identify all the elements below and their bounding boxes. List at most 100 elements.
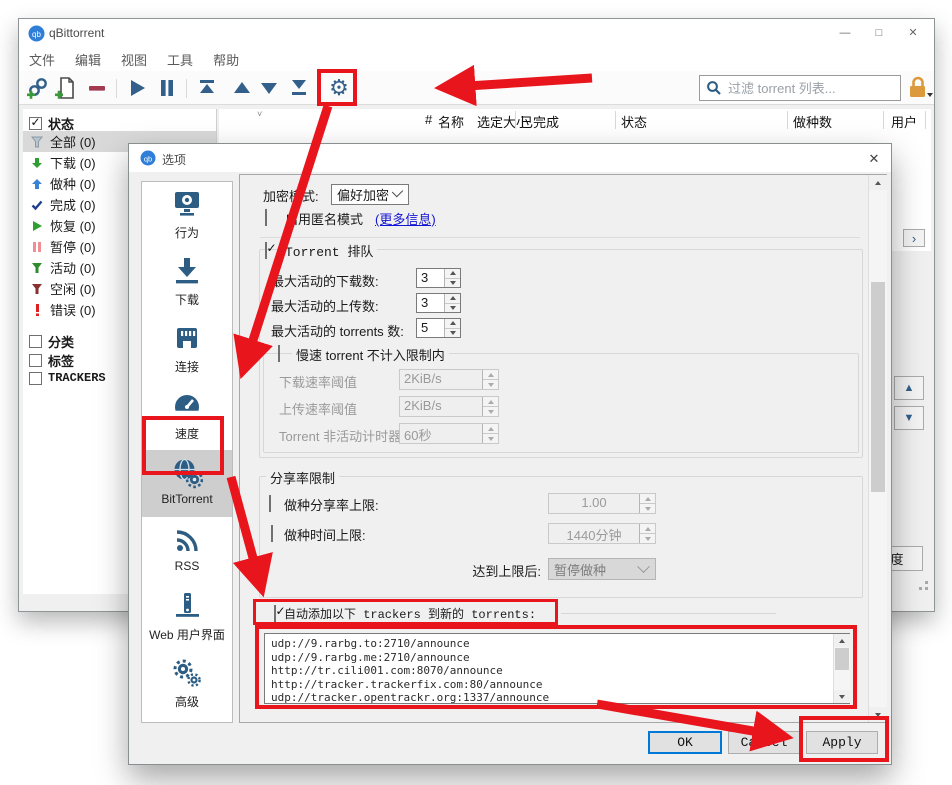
add-torrent-file-button[interactable] xyxy=(53,75,79,101)
header-scroll-right-button[interactable]: › xyxy=(903,229,925,247)
tags-checkbox[interactable] xyxy=(29,354,42,367)
inactivity-timer-spinbox: 60秒 xyxy=(399,423,499,444)
trackers-checkbox[interactable] xyxy=(29,372,42,385)
auto-add-trackers-checkbox[interactable] xyxy=(274,605,276,622)
search-icon xyxy=(706,80,722,96)
maximize-button[interactable]: □ xyxy=(862,19,896,47)
queueing-checkbox[interactable] xyxy=(265,242,267,259)
behavior-icon xyxy=(171,188,203,222)
move-top-button[interactable] xyxy=(194,75,220,101)
speed-gauge-icon xyxy=(171,389,203,423)
anonymous-mode-label: 启用匿名模式 xyxy=(285,209,363,228)
encryption-label: 加密模式: xyxy=(263,186,319,205)
encryption-combobox[interactable]: 偏好加密 xyxy=(331,184,409,205)
column-completed[interactable]: 已完成 xyxy=(520,112,559,131)
status-group-label: 状态 xyxy=(48,114,74,133)
dialog-titlebar: qb 选项 ✕ xyxy=(129,144,891,172)
inactivity-timer-label: Torrent 非活动计时器 xyxy=(279,426,401,445)
anonymous-mode-checkbox[interactable] xyxy=(265,209,267,226)
ok-button[interactable]: OK xyxy=(648,731,722,754)
seed-ratio-checkbox[interactable] xyxy=(269,495,271,512)
filter-inactive-icon xyxy=(31,283,43,295)
upload-arrow-icon xyxy=(31,178,43,190)
menu-file[interactable]: 文件 xyxy=(29,50,55,69)
qbittorrent-logo-icon: qb xyxy=(28,25,45,42)
max-torrents-spinbox[interactable]: 5 xyxy=(416,318,461,338)
toolbar-separator xyxy=(186,79,187,98)
scroll-down-button[interactable]: ▼ xyxy=(894,406,924,430)
nav-speed[interactable]: 速度 xyxy=(142,383,232,450)
trackers-textarea[interactable]: udp://9.rarbg.to:2710/announce udp://9.r… xyxy=(265,634,849,703)
scroll-up-button[interactable]: ▲ xyxy=(894,376,924,400)
bittorrent-globe-icon xyxy=(171,456,203,490)
menu-view[interactable]: 视图 xyxy=(121,50,147,69)
rss-icon xyxy=(171,523,203,557)
nav-connection[interactable]: 连接 xyxy=(142,316,232,383)
search-input[interactable] xyxy=(726,80,906,97)
options-dialog: qb 选项 ✕ 行为 下载 连接 xyxy=(128,143,892,765)
dl-threshold-label: 下载速率阈值 xyxy=(279,372,357,391)
cancel-button[interactable]: Cancel xyxy=(728,731,800,754)
resume-button[interactable] xyxy=(124,75,150,101)
filter-group-status[interactable]: 状态 xyxy=(23,113,216,133)
connection-icon xyxy=(171,322,203,356)
add-torrent-link-button[interactable] xyxy=(25,75,51,101)
apply-button[interactable]: Apply xyxy=(806,731,878,754)
column-seeds[interactable]: 做种数 xyxy=(793,112,832,131)
options-gear-button[interactable]: ⚙ xyxy=(326,75,352,101)
lock-button[interactable] xyxy=(905,75,931,101)
dialog-close-button[interactable]: ✕ xyxy=(861,149,887,169)
trackers-scrollbar[interactable] xyxy=(833,634,850,703)
seed-time-label: 做种时间上限: xyxy=(284,525,366,544)
downloads-icon xyxy=(171,255,203,289)
auto-add-trackers-label: 自动添加以下 trackers 到新的 torrents: xyxy=(284,605,536,622)
lock-dropdown-caret xyxy=(927,93,933,97)
menu-edit[interactable]: 编辑 xyxy=(75,50,101,69)
nav-behavior[interactable]: 行为 xyxy=(142,182,232,249)
svg-text:qb: qb xyxy=(144,154,152,163)
qbittorrent-logo-icon: qb xyxy=(140,150,156,166)
options-nav: 行为 下载 连接 速度 xyxy=(141,181,233,723)
minimize-button[interactable]: — xyxy=(828,19,862,47)
max-uploads-spinbox[interactable]: 3 xyxy=(416,293,461,313)
pause-button[interactable] xyxy=(154,75,180,101)
nav-webui[interactable]: Web 用户界面 xyxy=(142,584,232,651)
slow-torrent-checkbox[interactable] xyxy=(278,345,280,362)
toolbar-separator xyxy=(116,79,117,98)
max-uploads-label: 最大活动的上传数: xyxy=(271,296,379,315)
column-user[interactable]: 用户 xyxy=(891,112,917,131)
move-bottom-button[interactable] xyxy=(286,75,312,101)
more-info-link[interactable]: (更多信息) xyxy=(375,209,436,228)
error-icon xyxy=(31,304,43,316)
dialog-title: 选项 xyxy=(162,151,186,168)
seed-ratio-spinbox: 1.00 xyxy=(548,493,656,514)
menu-help[interactable]: 帮助 xyxy=(213,50,239,69)
advanced-gears-icon xyxy=(171,657,203,691)
gear-icon: ⚙ xyxy=(329,76,349,100)
nav-advanced[interactable]: 高级 xyxy=(142,651,232,718)
torrent-table-header: ˅ # 名称 选定大小 已完成 状态 做种数 用户 xyxy=(219,109,931,132)
move-up-button[interactable] xyxy=(229,75,255,101)
share-ratio-title: 分享率限制 xyxy=(266,468,339,487)
column-status[interactable]: 状态 xyxy=(621,112,647,131)
max-downloads-spinbox[interactable]: 3 xyxy=(416,268,461,288)
nav-bittorrent[interactable]: BitTorrent xyxy=(142,450,232,517)
menu-tools[interactable]: 工具 xyxy=(167,50,193,69)
column-number[interactable]: # xyxy=(425,112,432,127)
column-name[interactable]: 名称 xyxy=(438,112,464,131)
delete-button[interactable] xyxy=(84,75,110,101)
move-down-button[interactable] xyxy=(256,75,282,101)
check-icon xyxy=(31,199,43,211)
pause-icon xyxy=(31,241,43,253)
limit-reached-label: 达到上限后: xyxy=(459,561,541,580)
nav-rss[interactable]: RSS xyxy=(142,517,232,584)
dialog-scrollbar[interactable] xyxy=(868,175,887,722)
resize-grip[interactable] xyxy=(915,577,931,593)
status-checkbox[interactable] xyxy=(29,117,42,130)
max-downloads-label: 最大活动的下载数: xyxy=(271,271,379,290)
nav-downloads[interactable]: 下载 xyxy=(142,249,232,316)
close-button[interactable]: ✕ xyxy=(896,19,930,47)
webui-server-icon xyxy=(171,590,203,624)
categories-checkbox[interactable] xyxy=(29,335,42,348)
seed-time-checkbox[interactable] xyxy=(271,525,273,542)
